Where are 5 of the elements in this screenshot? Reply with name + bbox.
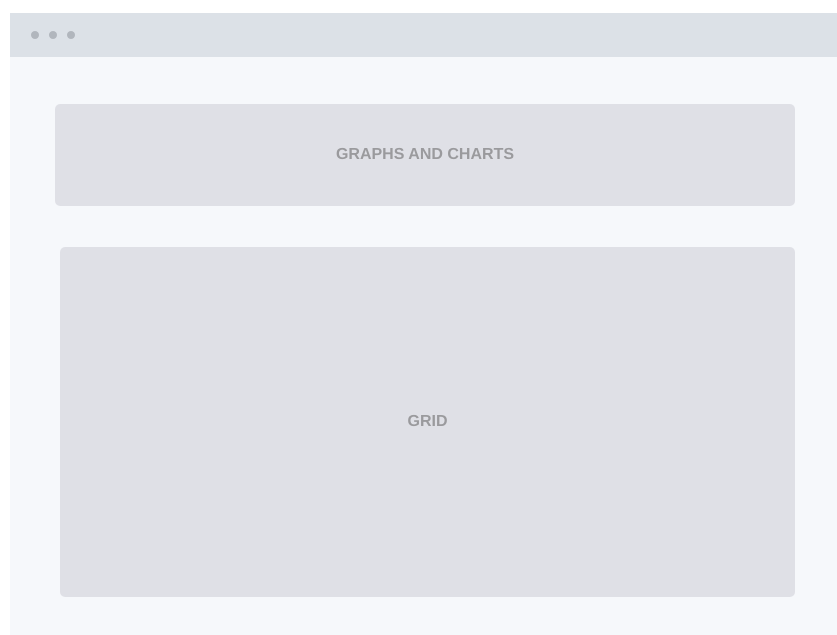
window-control-dot[interactable] <box>31 31 39 39</box>
window-control-dot[interactable] <box>49 31 57 39</box>
panel-label: GRID <box>408 413 448 431</box>
window-control-dot[interactable] <box>67 31 75 39</box>
panel-label: GRAPHS AND CHARTS <box>336 146 514 164</box>
